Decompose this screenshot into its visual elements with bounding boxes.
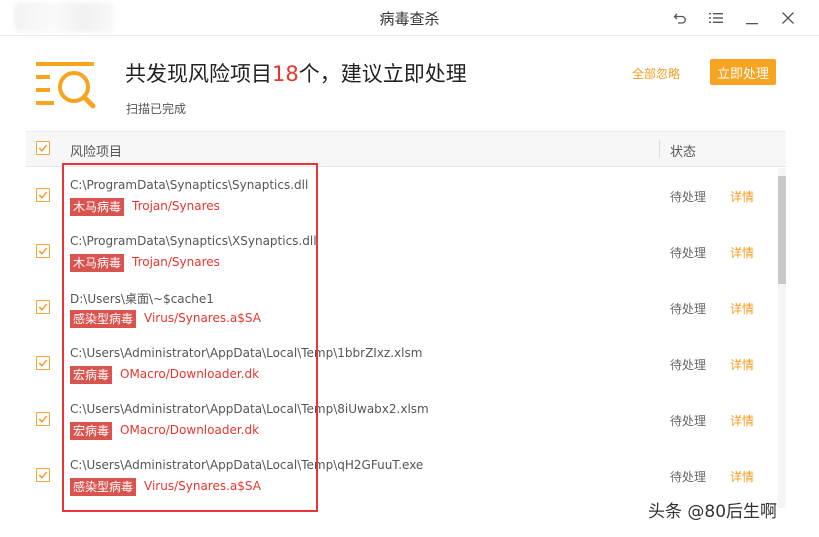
threat-type-badge: 宏病毒 [70, 366, 113, 384]
row-status: 待处理 [670, 358, 707, 372]
row-status: 待处理 [670, 302, 707, 316]
virus-name: OMacro/Downloader.dk [120, 423, 260, 437]
checkmark-icon [38, 415, 48, 423]
row-status: 待处理 [670, 470, 707, 484]
watermark: 头条 @80后生啊 [648, 502, 778, 522]
window-title: 病毒查杀 [379, 10, 440, 28]
file-path: C:\Users\Administrator\AppData\Local\Tem… [70, 346, 423, 360]
file-path: C:\ProgramData\Synaptics\Synaptics.dll [70, 178, 309, 192]
menu-icon[interactable] [705, 7, 727, 29]
title-bar: 病毒查杀 [0, 0, 819, 36]
column-header-status: 状态 [670, 145, 697, 160]
table-row: D:\Users\桌面\~$cache1 感染型病毒 Virus/Synares… [26, 280, 776, 336]
checkmark-icon [38, 144, 48, 152]
details-link[interactable]: 详情 [730, 188, 754, 205]
virus-name: Virus/Synares.a$SA [144, 479, 261, 493]
table-row: C:\Users\Administrator\AppData\Local\Tem… [26, 336, 776, 392]
threat-type-badge: 木马病毒 [70, 254, 125, 272]
table-row: C:\ProgramData\Synaptics\XSynaptics.dll … [26, 224, 776, 280]
checkmark-icon [38, 471, 48, 479]
virus-name: Trojan/Synares [132, 199, 220, 213]
headline-prefix: 共发现风险项目 [125, 62, 272, 86]
virus-name: Trojan/Synares [132, 255, 220, 269]
row-checkbox[interactable] [36, 468, 50, 482]
minimize-icon[interactable] [741, 7, 763, 29]
checkmark-icon [38, 303, 48, 311]
row-checkbox[interactable] [36, 300, 50, 314]
scan-list-icon [36, 58, 98, 118]
row-checkbox[interactable] [36, 356, 50, 370]
undo-icon[interactable] [669, 7, 691, 29]
row-checkbox[interactable] [36, 412, 50, 426]
table-row: C:\ProgramData\Synaptics\Synaptics.dll 木… [26, 168, 776, 224]
row-status: 待处理 [670, 414, 707, 428]
threat-type-badge: 木马病毒 [70, 198, 125, 216]
row-status: 待处理 [670, 246, 707, 260]
headline-suffix: 个，建议立即处理 [298, 62, 467, 86]
file-path: C:\Users\Administrator\AppData\Local\Tem… [70, 402, 429, 416]
scan-status-text: 扫描已完成 [126, 102, 187, 116]
details-link[interactable]: 详情 [730, 468, 754, 485]
threat-type-badge: 感染型病毒 [70, 478, 137, 496]
scrollbar-thumb[interactable] [778, 176, 786, 284]
table-row: C:\Users\Administrator\AppData\Local\Tem… [26, 448, 776, 504]
file-path: D:\Users\桌面\~$cache1 [70, 292, 214, 306]
details-link[interactable]: 详情 [730, 244, 754, 261]
details-link[interactable]: 详情 [730, 300, 754, 317]
row-checkbox[interactable] [36, 188, 50, 202]
page-title: 共发现风险项目18个，建议立即处理 [125, 58, 467, 88]
file-path: C:\ProgramData\Synaptics\XSynaptics.dll [70, 234, 317, 248]
threat-type-badge: 感染型病毒 [70, 310, 137, 328]
column-divider [659, 140, 660, 158]
file-path: C:\Users\Administrator\AppData\Local\Tem… [70, 458, 424, 472]
row-checkbox[interactable] [36, 244, 50, 258]
select-all-checkbox[interactable] [36, 141, 50, 155]
risk-count: 18 [272, 62, 299, 86]
details-link[interactable]: 详情 [730, 412, 754, 429]
checkmark-icon [38, 191, 48, 199]
details-link[interactable]: 详情 [730, 356, 754, 373]
process-now-button[interactable]: 立即处理 [710, 59, 776, 85]
row-status: 待处理 [670, 190, 707, 204]
virus-name: Virus/Synares.a$SA [144, 311, 261, 325]
virus-name: OMacro/Downloader.dk [120, 367, 260, 381]
threat-type-badge: 宏病毒 [70, 422, 113, 440]
checkmark-icon [38, 359, 48, 367]
close-icon[interactable] [777, 7, 799, 29]
column-header-item: 风险项目 [70, 145, 123, 160]
ignore-all-link[interactable]: 全部忽略 [632, 65, 680, 82]
checkmark-icon [38, 247, 48, 255]
table-row: C:\Users\Administrator\AppData\Local\Tem… [26, 392, 776, 448]
